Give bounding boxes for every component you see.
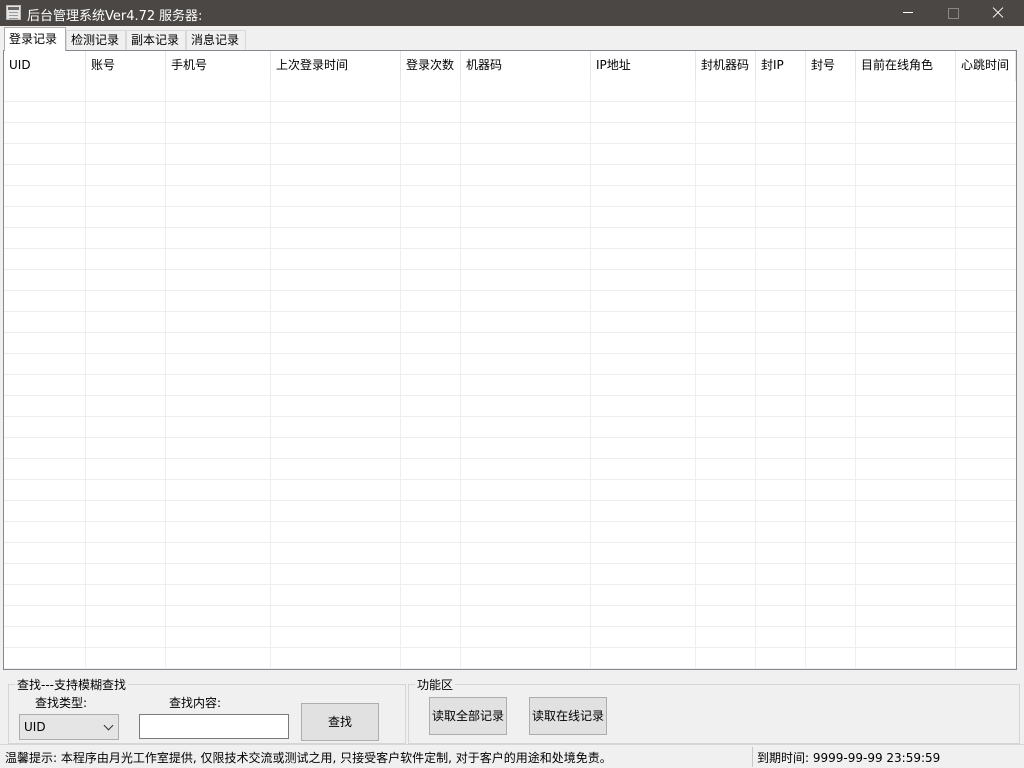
column-header-login-count[interactable]: 登录次数 xyxy=(401,51,461,81)
grid-column-line xyxy=(805,81,806,669)
grid-row-line xyxy=(4,332,1016,333)
grid-row-line xyxy=(4,458,1016,459)
grid-row-line xyxy=(4,416,1016,417)
grid-column-line xyxy=(270,81,271,669)
maximize-icon[interactable] xyxy=(930,0,976,26)
grid-column-line xyxy=(695,81,696,669)
column-header-phone[interactable]: 手机号 xyxy=(166,51,271,81)
grid-row-line xyxy=(4,269,1016,270)
grid-column-line xyxy=(400,81,401,669)
table-body[interactable] xyxy=(4,81,1016,669)
column-header-uid[interactable]: UID xyxy=(4,51,86,81)
status-bar: 温馨提示: 本程序由月光工作室提供, 仅限技术交流或测试之用, 只接受客户软件定… xyxy=(0,744,1024,768)
grid-column-line xyxy=(755,81,756,669)
search-type-label: 查找类型: xyxy=(35,696,88,710)
grid-column-line xyxy=(460,81,461,669)
grid-column-line xyxy=(590,81,591,669)
grid-row-line xyxy=(4,143,1016,144)
status-expiry: 到期时间: 9999-99-99 23:59:59 xyxy=(757,751,941,765)
grid-row-line xyxy=(4,584,1016,585)
grid-row-line xyxy=(4,353,1016,354)
minimize-icon[interactable] xyxy=(885,0,931,26)
tab-detection-records[interactable]: 检测记录 xyxy=(66,30,126,50)
grid-row-line xyxy=(4,101,1016,102)
search-content-input[interactable] xyxy=(139,714,289,739)
grid-row-line xyxy=(4,626,1016,627)
server-label: 服务器: xyxy=(159,9,203,24)
search-group-title: 查找---支持模糊查找 xyxy=(15,676,128,693)
search-button[interactable]: 查找 xyxy=(301,703,379,741)
tab-message-records[interactable]: 消息记录 xyxy=(186,30,246,50)
status-notice: 温馨提示: 本程序由月光工作室提供, 仅限技术交流或测试之用, 只接受客户软件定… xyxy=(5,751,612,765)
grid-column-line xyxy=(85,81,86,669)
tab-login-records[interactable]: 登录记录 xyxy=(4,27,66,51)
column-header-last-login[interactable]: 上次登录时间 xyxy=(271,51,401,81)
grid-row-line xyxy=(4,668,1016,669)
column-header-machine-code[interactable]: 机器码 xyxy=(461,51,591,81)
grid-row-line xyxy=(4,605,1016,606)
search-content-label: 查找内容: xyxy=(169,696,222,710)
chevron-down-icon xyxy=(103,720,114,731)
table-header: UID 账号 手机号 上次登录时间 登录次数 机器码 IP地址 封机器码 封IP… xyxy=(4,51,1016,81)
grid-row-line xyxy=(4,164,1016,165)
tab-dungeon-records[interactable]: 副本记录 xyxy=(126,30,186,50)
grid-row-line xyxy=(4,374,1016,375)
grid-column-line xyxy=(165,81,166,669)
column-header-ban-machine[interactable]: 封机器码 xyxy=(696,51,756,81)
grid-row-line xyxy=(4,521,1016,522)
grid-row-line xyxy=(4,185,1016,186)
grid-row-line xyxy=(4,500,1016,501)
grid-row-line xyxy=(4,542,1016,543)
column-header-heartbeat[interactable]: 心跳时间 xyxy=(956,51,1016,81)
grid-column-line xyxy=(855,81,856,669)
column-header-ban-account[interactable]: 封号 xyxy=(806,51,856,81)
column-header-ban-ip[interactable]: 封IP xyxy=(756,51,806,81)
grid-row-line xyxy=(4,437,1016,438)
grid-row-line xyxy=(4,311,1016,312)
app-window-icon xyxy=(6,5,21,20)
grid-row-line xyxy=(4,248,1016,249)
grid-row-line xyxy=(4,479,1016,480)
grid-row-line xyxy=(4,122,1016,123)
read-all-records-button[interactable]: 读取全部记录 xyxy=(429,697,507,735)
grid-row-line xyxy=(4,647,1016,648)
column-header-online-role[interactable]: 目前在线角色 xyxy=(856,51,956,81)
search-type-value: UID xyxy=(24,720,46,734)
column-header-ip-address[interactable]: IP地址 xyxy=(591,51,696,81)
column-header-account[interactable]: 账号 xyxy=(86,51,166,81)
grid-row-line xyxy=(4,290,1016,291)
close-icon[interactable] xyxy=(975,0,1021,26)
records-table[interactable]: UID 账号 手机号 上次登录时间 登录次数 机器码 IP地址 封机器码 封IP… xyxy=(3,50,1017,670)
function-group-title: 功能区 xyxy=(415,676,456,693)
grid-row-line xyxy=(4,206,1016,207)
grid-column-line xyxy=(955,81,956,669)
title-bar: 后台管理系统Ver4.72 服务器: xyxy=(0,0,1024,26)
grid-row-line xyxy=(4,395,1016,396)
grid-row-line xyxy=(4,227,1016,228)
read-online-records-button[interactable]: 读取在线记录 xyxy=(529,697,607,735)
window-title: 后台管理系统Ver4.72 xyxy=(27,9,156,24)
grid-row-line xyxy=(4,563,1016,564)
status-divider xyxy=(752,747,753,767)
search-type-dropdown[interactable]: UID xyxy=(19,714,119,740)
